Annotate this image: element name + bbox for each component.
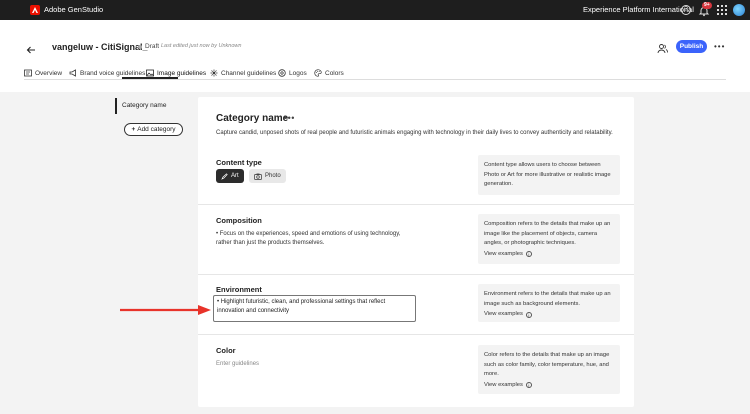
content-type-title: Content type	[216, 158, 262, 167]
plus-icon: +	[131, 126, 136, 133]
photo-label: Photo	[265, 173, 281, 179]
annotation-arrow-icon	[120, 305, 211, 315]
tab-label: Overview	[35, 69, 63, 77]
page-title: vangeluw - CitiSignal_	[52, 42, 148, 52]
page-header: vangeluw - CitiSignal_ Draft Last edited…	[0, 20, 750, 92]
category-card: Category name ••• Capture candid, unpose…	[198, 97, 634, 407]
info-icon: i	[525, 382, 532, 389]
add-category-label: Add category	[137, 126, 176, 133]
megaphone-icon	[69, 69, 77, 77]
tab-label: Logos	[289, 69, 307, 77]
environment-title: Environment	[216, 285, 262, 294]
avatar[interactable]	[733, 4, 745, 16]
tab-label: Image guidelines	[157, 69, 207, 77]
palette-icon	[314, 69, 322, 77]
environment-info-text: Environment refers to the details that m…	[484, 291, 611, 307]
color-view-examples-link[interactable]: View examples i	[484, 381, 614, 391]
composition-view-examples-link[interactable]: View examples i	[484, 250, 614, 260]
view-examples-label: View examples	[484, 311, 523, 317]
channels-icon	[210, 69, 218, 77]
camera-icon	[254, 173, 262, 180]
tab-label: Channel guidelines	[221, 69, 277, 77]
tab-label: Colors	[325, 69, 344, 77]
add-category-button[interactable]: + Add category	[124, 123, 183, 136]
apps-grid-icon[interactable]	[716, 4, 728, 16]
composition-title: Composition	[216, 216, 262, 225]
environment-guidelines-input[interactable]: • Highlight futuristic, clean, and profe…	[213, 295, 416, 322]
color-guidelines-input[interactable]: Enter guidelines	[216, 361, 259, 367]
tab-overview[interactable]: Overview	[24, 67, 62, 79]
color-info-text: Color refers to the details that make up…	[484, 352, 610, 377]
photo-toggle-button[interactable]: Photo	[249, 169, 286, 183]
sidebar-item-category-name[interactable]: Category name	[115, 98, 166, 114]
color-info: Color refers to the details that make up…	[478, 345, 620, 394]
info-icon: i	[525, 311, 532, 318]
category-title: Category name	[216, 113, 289, 124]
info-icon: i	[525, 251, 532, 258]
view-examples-label: View examples	[484, 250, 523, 257]
publish-button[interactable]: Publish	[676, 40, 707, 53]
tab-colors[interactable]: Colors	[314, 67, 344, 79]
view-examples-label: View examples	[484, 381, 523, 388]
tab-channel-guidelines[interactable]: Channel guidelines	[210, 67, 276, 79]
back-arrow-icon[interactable]	[26, 42, 36, 54]
image-icon	[146, 69, 154, 77]
composition-info: Composition refers to the details that m…	[478, 214, 620, 264]
overview-icon	[24, 69, 32, 77]
notification-badge: 9+	[702, 2, 712, 9]
section-divider	[198, 334, 634, 335]
environment-view-examples-link[interactable]: View examples i	[484, 310, 614, 320]
adobe-logo-icon[interactable]	[30, 5, 40, 15]
content-type-info-text: Content type allows users to choose betw…	[484, 162, 611, 187]
status-badge: Draft	[145, 43, 160, 50]
brush-icon	[221, 172, 228, 180]
tab-label: Brand voice guidelines	[80, 69, 146, 77]
environment-guidelines-text: • Highlight futuristic, clean, and profe…	[217, 299, 386, 314]
art-toggle-button[interactable]: Art	[216, 169, 244, 183]
section-divider	[198, 204, 634, 205]
environment-info: Environment refers to the details that m…	[478, 284, 620, 322]
status-dot-icon	[138, 45, 142, 49]
content-type-info: Content type allows users to choose betw…	[478, 155, 620, 195]
tab-logos[interactable]: Logos	[278, 67, 307, 79]
top-bar: Adobe GenStudio Experience Platform Inte…	[0, 0, 750, 20]
category-more-icon[interactable]: •••	[284, 113, 295, 123]
divider	[24, 79, 726, 80]
logo-icon	[278, 69, 286, 77]
user-icon[interactable]	[657, 41, 668, 54]
composition-guidelines[interactable]: • Focus on the experiences, speed and em…	[216, 230, 406, 248]
composition-info-text: Composition refers to the details that m…	[484, 221, 611, 246]
last-edited-text: Last edited just now by Unknown	[161, 43, 242, 49]
help-icon[interactable]: ?	[680, 4, 692, 16]
section-divider	[198, 274, 634, 275]
category-description: Capture candid, unposed shots of real pe…	[216, 130, 613, 136]
app-title[interactable]: Adobe GenStudio	[44, 5, 103, 14]
color-title: Color	[216, 346, 236, 355]
org-switcher[interactable]: Experience Platform International	[583, 5, 694, 14]
art-label: Art	[231, 173, 239, 179]
more-options-icon[interactable]: •••	[714, 43, 725, 51]
